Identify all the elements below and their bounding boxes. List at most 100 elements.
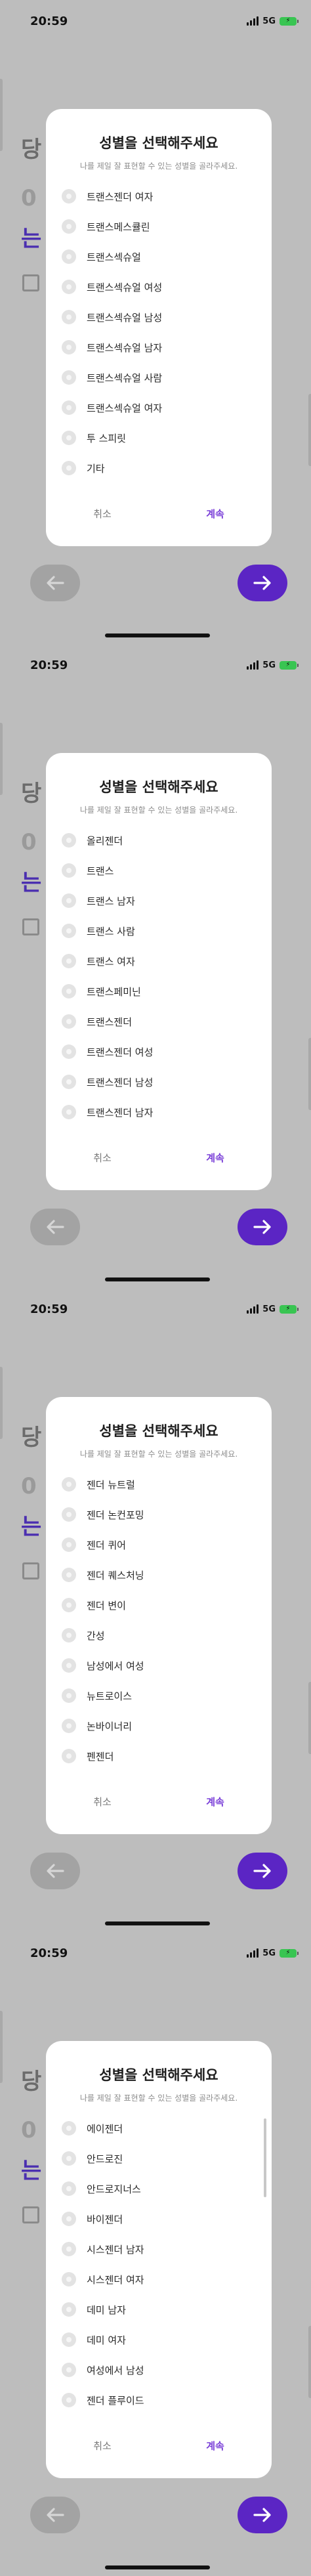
radio-button[interactable] (62, 893, 76, 908)
gender-option[interactable]: 트랜스젠더 남자 (62, 1097, 256, 1127)
radio-button[interactable] (62, 1658, 76, 1673)
next-button[interactable] (238, 1853, 287, 1889)
gender-option[interactable]: 안드로진 (62, 2143, 256, 2174)
gender-option[interactable]: 트랜스페미닌 (62, 976, 256, 1006)
radio-button[interactable] (62, 984, 76, 998)
gender-option[interactable]: 올리젠더 (62, 825, 256, 855)
gender-option[interactable]: 트랜스섹슈얼 여자 (62, 393, 256, 423)
radio-button[interactable] (62, 2181, 76, 2196)
radio-button[interactable] (62, 924, 76, 938)
gender-option[interactable]: 트랜스섹슈얼 남자 (62, 332, 256, 362)
gender-option[interactable]: 데미 여자 (62, 2325, 256, 2355)
radio-button[interactable] (62, 2151, 76, 2166)
gender-option[interactable]: 트랜스 사람 (62, 916, 256, 946)
continue-button[interactable]: 계속 (159, 495, 272, 532)
gender-option[interactable]: 젠더 퀘스처닝 (62, 1560, 256, 1590)
gender-option[interactable]: 데미 남자 (62, 2294, 256, 2325)
cancel-button[interactable]: 취소 (46, 1783, 159, 1820)
radio-button[interactable] (62, 1537, 76, 1552)
gender-option[interactable]: 시스젠더 여자 (62, 2264, 256, 2294)
gender-option[interactable]: 트랜스섹슈얼 (62, 242, 256, 272)
radio-button[interactable] (62, 370, 76, 385)
status-bar: 20:59 5G ⚡ (0, 1288, 311, 1330)
radio-button[interactable] (62, 2393, 76, 2407)
radio-button[interactable] (62, 2363, 76, 2377)
radio-button[interactable] (62, 863, 76, 878)
radio-button[interactable] (62, 1044, 76, 1059)
gender-option[interactable]: 기타 (62, 453, 256, 483)
back-button[interactable] (30, 1853, 80, 1889)
radio-button[interactable] (62, 1598, 76, 1612)
radio-button[interactable] (62, 1014, 76, 1029)
radio-button[interactable] (62, 1507, 76, 1522)
gender-option[interactable]: 트랜스섹슈얼 사람 (62, 362, 256, 393)
radio-button[interactable] (62, 340, 76, 354)
radio-button[interactable] (62, 1105, 76, 1119)
gender-option[interactable]: 트랜스젠더 여자 (62, 181, 256, 211)
gender-option[interactable]: 간성 (62, 1620, 256, 1650)
gender-option[interactable]: 젠더 플루이드 (62, 2385, 256, 2415)
continue-button[interactable]: 계속 (159, 2427, 272, 2464)
gender-option[interactable]: 젠더 변이 (62, 1590, 256, 1620)
gender-option[interactable]: 트랜스젠더 (62, 1006, 256, 1037)
gender-option[interactable]: 펜젠더 (62, 1741, 256, 1771)
gender-option[interactable]: 바이젠더 (62, 2204, 256, 2234)
radio-button[interactable] (62, 1628, 76, 1642)
gender-option[interactable]: 트랜스 (62, 855, 256, 886)
cancel-button[interactable]: 취소 (46, 1139, 159, 1176)
back-button[interactable] (30, 565, 80, 601)
status-time: 20:59 (30, 1946, 68, 1960)
radio-button[interactable] (62, 310, 76, 324)
radio-button[interactable] (62, 400, 76, 415)
gender-option[interactable]: 젠더 퀴어 (62, 1530, 256, 1560)
gender-option[interactable]: 여성에서 남성 (62, 2355, 256, 2385)
radio-button[interactable] (62, 2242, 76, 2256)
status-icons: 5G ⚡ (247, 1304, 299, 1314)
radio-button[interactable] (62, 1688, 76, 1703)
gender-option[interactable]: 논바이너리 (62, 1711, 256, 1741)
radio-button[interactable] (62, 1477, 76, 1492)
radio-button[interactable] (62, 1749, 76, 1763)
gender-option[interactable]: 뉴트로이스 (62, 1681, 256, 1711)
radio-button[interactable] (62, 1568, 76, 1582)
gender-option[interactable]: 에이젠더 (62, 2113, 256, 2143)
back-button[interactable] (30, 1209, 80, 1245)
gender-option[interactable]: 트랜스 남자 (62, 886, 256, 916)
radio-button[interactable] (62, 1719, 76, 1733)
cancel-button[interactable]: 취소 (46, 2427, 159, 2464)
next-button[interactable] (238, 565, 287, 601)
gender-option[interactable]: 트랜스섹슈얼 여성 (62, 272, 256, 302)
gender-option[interactable]: 남성에서 여성 (62, 1650, 256, 1681)
gender-option[interactable]: 젠더 뉴트럴 (62, 1469, 256, 1499)
radio-button[interactable] (62, 219, 76, 234)
gender-option[interactable]: 시스젠더 남자 (62, 2234, 256, 2264)
gender-option[interactable]: 트랜스젠더 남성 (62, 1067, 256, 1097)
continue-button[interactable]: 계속 (159, 1139, 272, 1176)
continue-button[interactable]: 계속 (159, 1783, 272, 1820)
radio-button[interactable] (62, 954, 76, 968)
radio-button[interactable] (62, 2212, 76, 2226)
gender-option[interactable]: 트랜스섹슈얼 남성 (62, 302, 256, 332)
gender-option[interactable]: 젠더 논컨포밍 (62, 1499, 256, 1530)
next-button[interactable] (238, 2497, 287, 2533)
gender-option[interactable]: 트랜스메스큘린 (62, 211, 256, 242)
gender-option[interactable]: 트랜스젠더 여성 (62, 1037, 256, 1067)
back-button[interactable] (30, 2497, 80, 2533)
radio-button[interactable] (62, 833, 76, 848)
radio-button[interactable] (62, 461, 76, 475)
radio-button[interactable] (62, 1075, 76, 1089)
radio-button[interactable] (62, 431, 76, 445)
radio-button[interactable] (62, 2121, 76, 2136)
gender-option[interactable]: 트랜스 여자 (62, 946, 256, 976)
radio-button[interactable] (62, 189, 76, 204)
gender-option[interactable]: 안드로지너스 (62, 2174, 256, 2204)
radio-button[interactable] (62, 2272, 76, 2286)
radio-button[interactable] (62, 249, 76, 264)
next-button[interactable] (238, 1209, 287, 1245)
radio-button[interactable] (62, 2302, 76, 2317)
radio-button[interactable] (62, 2332, 76, 2347)
modal-scrollbar[interactable] (264, 2118, 266, 2197)
gender-option[interactable]: 투 스피릿 (62, 423, 256, 453)
radio-button[interactable] (62, 280, 76, 294)
cancel-button[interactable]: 취소 (46, 495, 159, 532)
